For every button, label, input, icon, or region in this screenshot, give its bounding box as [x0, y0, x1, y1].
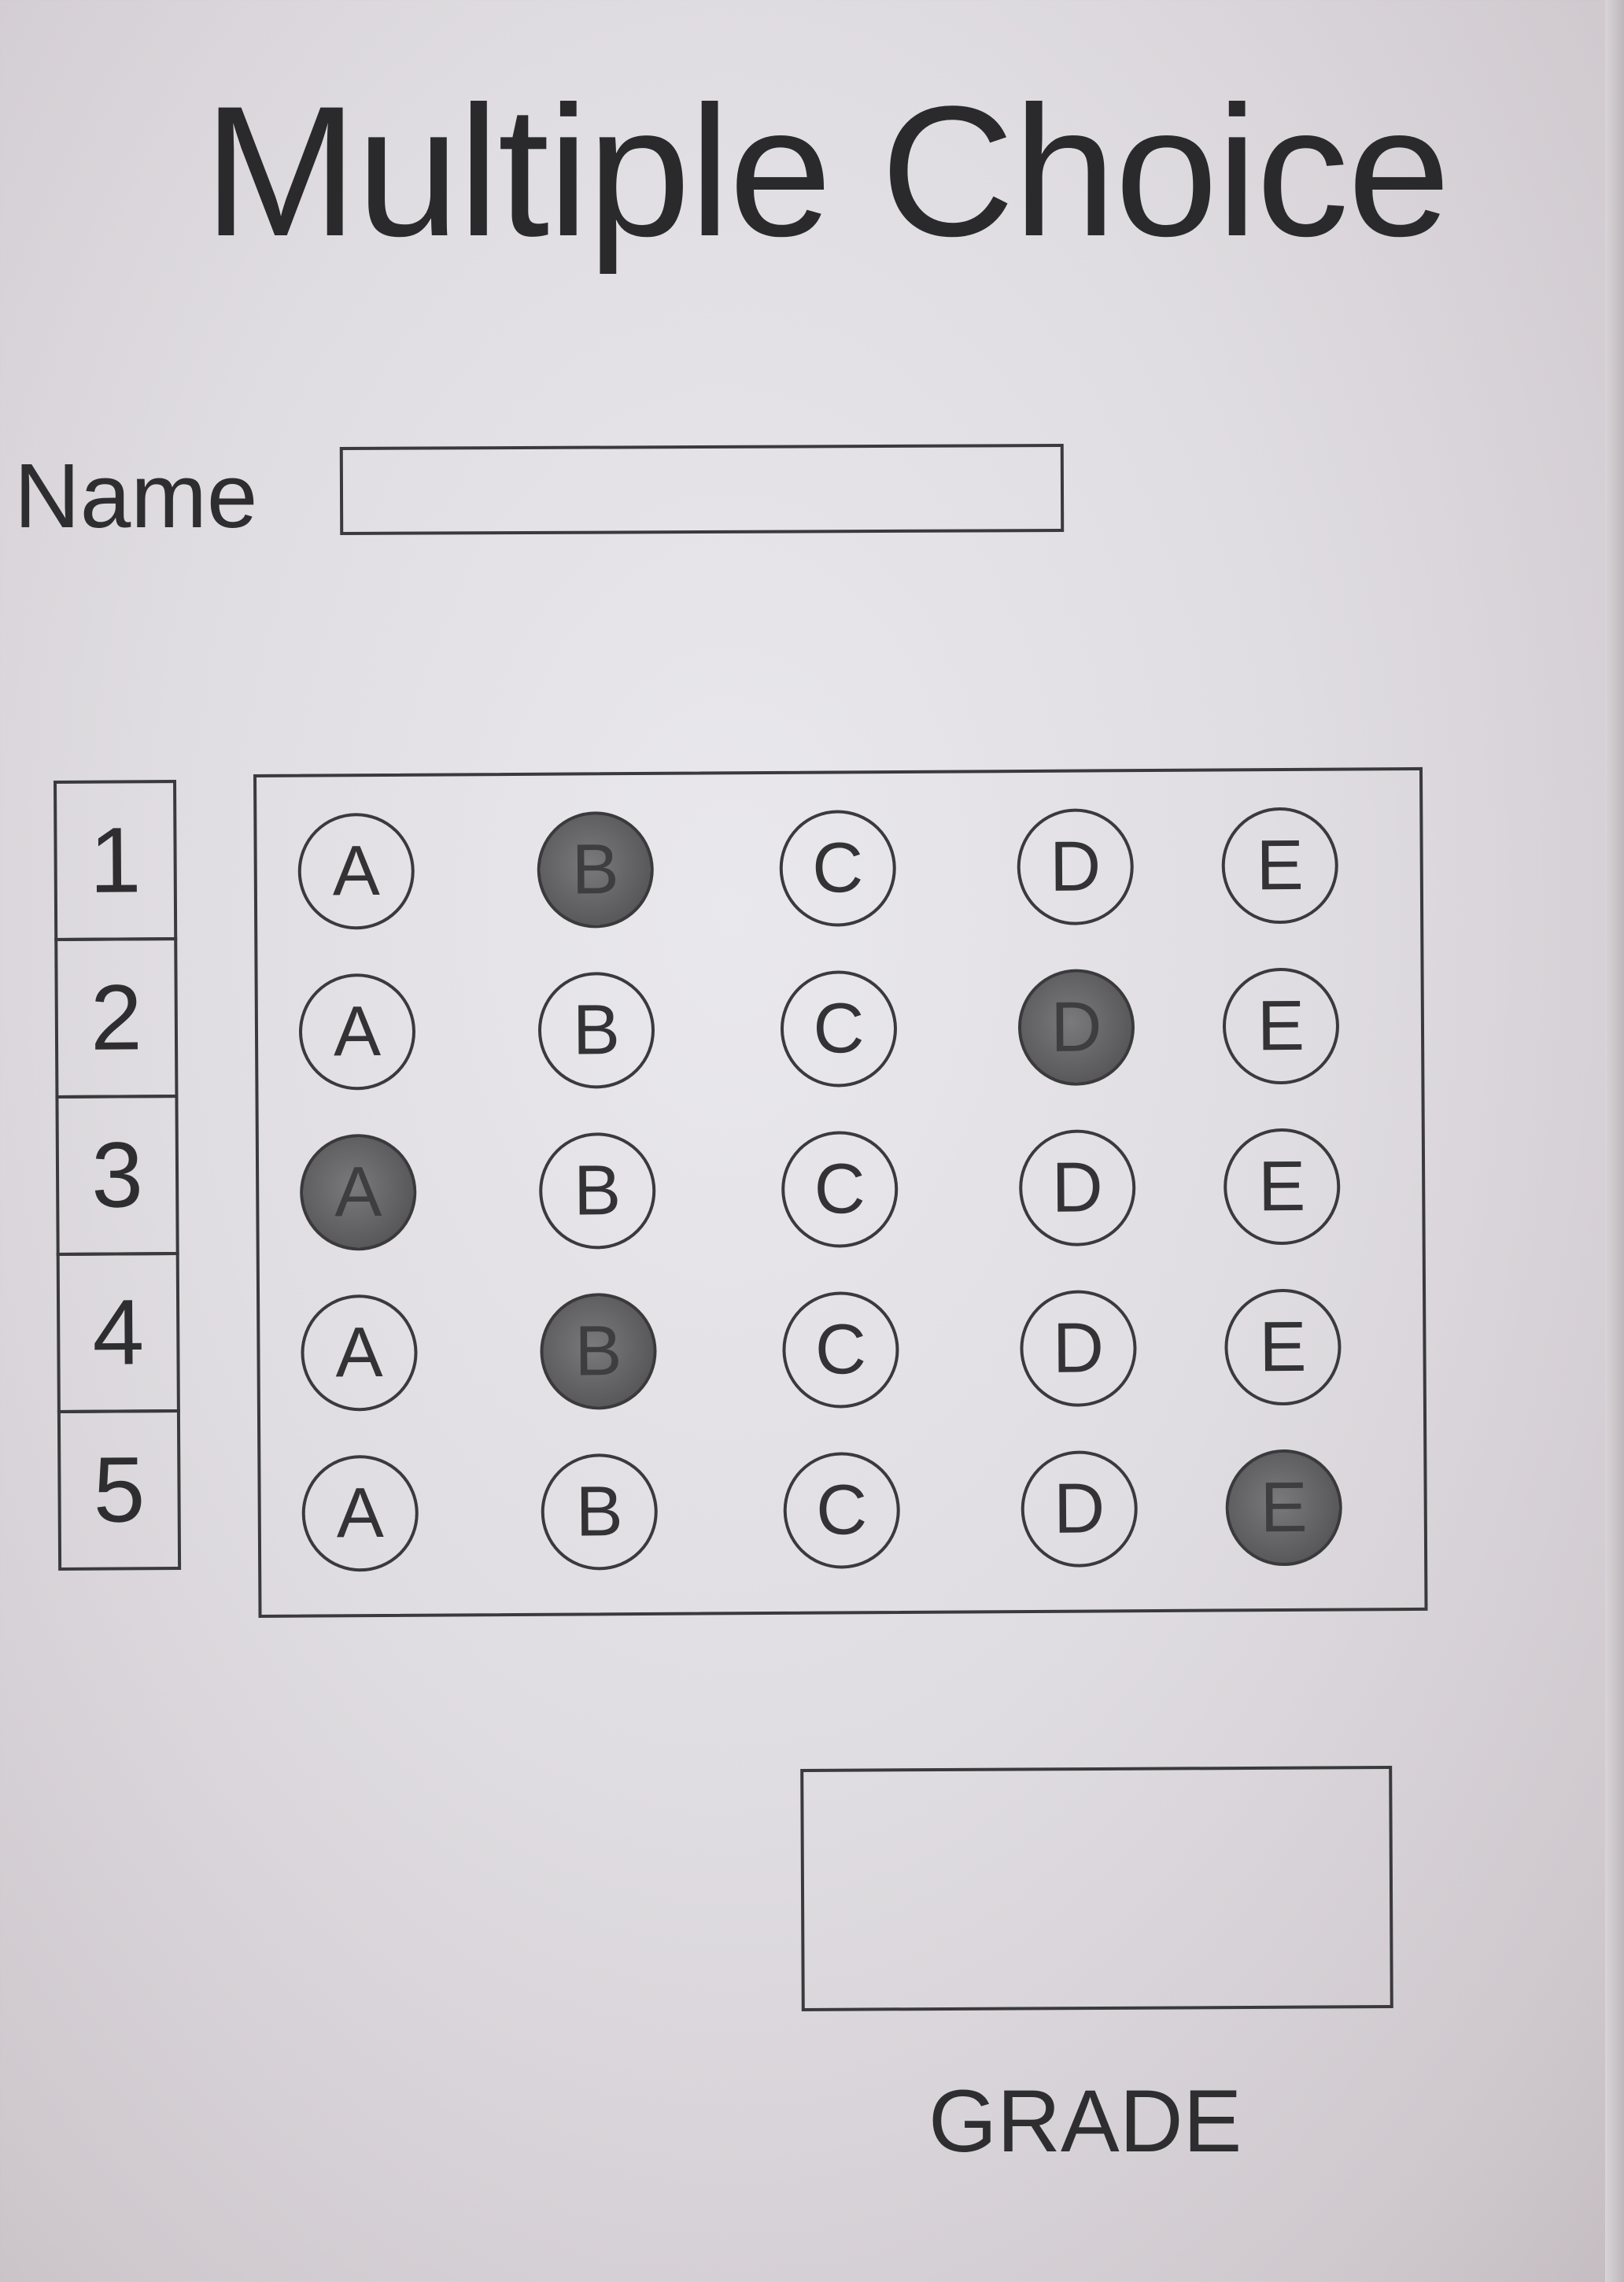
- question-number: 3: [55, 1095, 179, 1256]
- answer-bubble-4-e[interactable]: E: [1224, 1288, 1342, 1406]
- answer-bubble-1-c[interactable]: C: [779, 810, 897, 927]
- answer-bubble-5-e[interactable]: E: [1225, 1449, 1343, 1567]
- answer-bubble-5-d[interactable]: D: [1021, 1450, 1139, 1568]
- question-number: 4: [56, 1252, 180, 1413]
- answer-bubble-2-e[interactable]: E: [1222, 967, 1340, 1085]
- answer-bubble-3-e[interactable]: E: [1223, 1128, 1341, 1246]
- answer-row-3: A B C D E: [259, 1128, 1423, 1261]
- name-label: Name: [14, 445, 258, 547]
- answer-row-4: A B C D E: [260, 1288, 1423, 1421]
- paper-edge: [1605, 0, 1624, 2282]
- question-number: 5: [57, 1409, 182, 1571]
- answer-bubble-2-b[interactable]: B: [537, 971, 655, 1089]
- answer-row-1: A B C D E: [257, 807, 1420, 940]
- answer-bubble-1-b[interactable]: B: [537, 811, 655, 929]
- answer-bubble-2-d[interactable]: D: [1017, 969, 1135, 1087]
- answer-bubble-4-d[interactable]: D: [1020, 1290, 1137, 1408]
- answer-bubble-1-a[interactable]: A: [297, 812, 415, 930]
- answer-bubble-3-d[interactable]: D: [1018, 1129, 1136, 1247]
- answer-bubble-2-a[interactable]: A: [298, 973, 416, 1091]
- answer-bubble-3-b[interactable]: B: [538, 1132, 656, 1250]
- answer-row-2: A B C D E: [258, 967, 1422, 1100]
- answer-row-5: A B C D E: [260, 1449, 1424, 1582]
- answer-bubble-2-c[interactable]: C: [780, 970, 898, 1087]
- answer-bubble-4-b[interactable]: B: [540, 1292, 657, 1410]
- name-field[interactable]: [339, 443, 1065, 536]
- answer-bubble-3-c[interactable]: C: [781, 1131, 899, 1248]
- question-number: 1: [54, 780, 178, 941]
- answer-bubble-4-a[interactable]: A: [301, 1294, 418, 1412]
- answer-bubble-1-d[interactable]: D: [1017, 808, 1135, 926]
- grade-label: GRADE: [928, 2072, 1242, 2170]
- question-number-column: 1 2 3 4 5: [54, 780, 182, 1571]
- answer-bubble-1-e[interactable]: E: [1221, 807, 1339, 925]
- answer-bubble-3-a[interactable]: A: [299, 1133, 417, 1251]
- answer-bubble-5-a[interactable]: A: [301, 1454, 419, 1572]
- page-title: Multiple Choice: [203, 68, 1450, 275]
- grade-field[interactable]: [800, 1766, 1393, 2011]
- question-number: 2: [54, 937, 179, 1099]
- answer-bubble-5-b[interactable]: B: [541, 1453, 659, 1571]
- answer-bubble-5-c[interactable]: C: [783, 1451, 901, 1569]
- answer-grid: A B C D E A B C D E A B C D E A B C D E …: [253, 766, 1428, 1618]
- answer-bubble-4-c[interactable]: C: [782, 1291, 899, 1409]
